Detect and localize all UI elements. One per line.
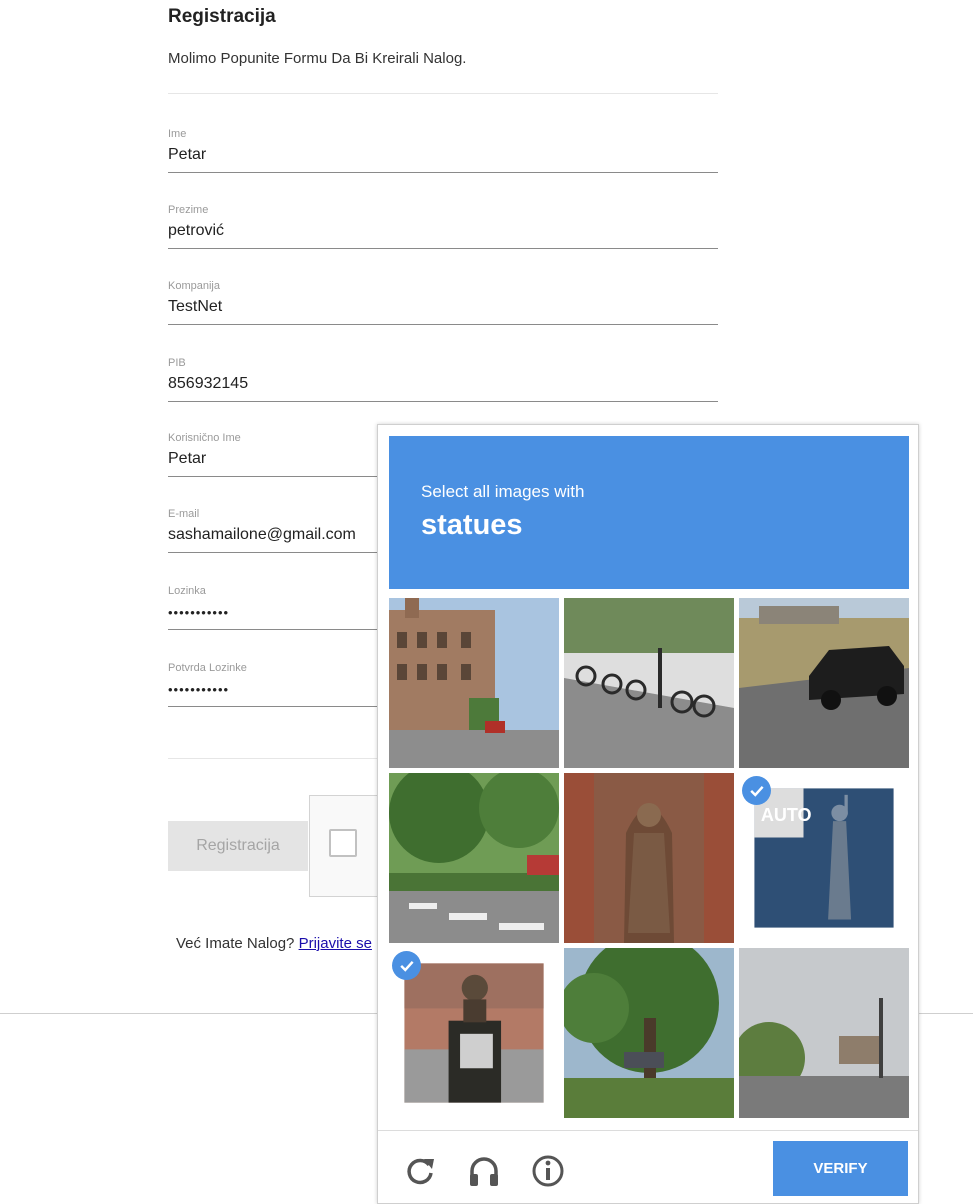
tile-selected-check-icon <box>742 776 771 805</box>
field-underline <box>168 324 718 325</box>
field-value[interactable]: TestNet <box>168 298 222 316</box>
captcha-tile-bust-statue[interactable] <box>389 948 559 1118</box>
login-link[interactable]: Prijavite se <box>299 935 372 952</box>
captcha-tile-tree-crosswalk[interactable] <box>389 773 559 943</box>
field-label: Korisnično Ime <box>168 432 241 444</box>
captcha-tile-road-sky[interactable] <box>739 948 909 1118</box>
recaptcha-checkbox[interactable] <box>329 829 357 857</box>
field-label: Lozinka <box>168 585 206 597</box>
field-label: Potvrda Lozinke <box>168 662 247 674</box>
form-subtitle: Molimo Popunite Formu Da Bi Kreirali Nal… <box>168 50 467 67</box>
audio-icon[interactable] <box>466 1153 502 1189</box>
field-value[interactable]: petrović <box>168 222 224 240</box>
field-value[interactable]: Petar <box>168 146 206 164</box>
captcha-tile-street-building[interactable] <box>389 598 559 768</box>
register-button[interactable]: Registracija <box>168 821 308 871</box>
field-value[interactable]: ••••••••••• <box>168 682 229 697</box>
captcha-target: statues <box>421 509 523 541</box>
captcha-tile-black-suv[interactable] <box>739 598 909 768</box>
page-title: Registracija <box>168 6 276 27</box>
login-prompt-text: Već Imate Nalog? <box>176 935 295 952</box>
divider <box>168 93 718 94</box>
reload-icon[interactable] <box>402 1153 438 1189</box>
info-icon[interactable] <box>530 1153 566 1189</box>
svg-text:AUTO: AUTO <box>761 805 812 825</box>
field-label: Prezime <box>168 204 209 216</box>
field-label: Kompanija <box>168 280 220 292</box>
captcha-tile-bicycles-sidewalk[interactable] <box>564 598 734 768</box>
field-label: E-mail <box>168 508 200 520</box>
field-label: Ime <box>168 128 187 140</box>
first-name-field[interactable]: Ime Petar <box>168 128 718 188</box>
field-value[interactable]: sashamailone@gmail.com <box>168 526 356 544</box>
captcha-instruction: Select all images with <box>421 482 585 501</box>
field-label: PIB <box>168 357 186 369</box>
captcha-tile-statue-billboard[interactable]: AUTO <box>739 773 909 943</box>
login-prompt: Već Imate Nalog? Prijavite se <box>176 935 372 952</box>
captcha-header: Select all images with statues <box>389 436 909 589</box>
field-value[interactable]: Petar <box>168 450 206 468</box>
field-value[interactable]: 856932145 <box>168 375 248 393</box>
captcha-tile-statue-brick-niche[interactable] <box>564 773 734 943</box>
field-value[interactable]: ••••••••••• <box>168 605 229 620</box>
company-field[interactable]: Kompanija TestNet <box>168 280 718 340</box>
captcha-footer-divider <box>378 1130 918 1131</box>
tile-selected-check-icon <box>392 951 421 980</box>
captcha-tile-large-tree[interactable] <box>564 948 734 1118</box>
captcha-challenge: Select all images with statues AUTO VERI… <box>377 424 919 1204</box>
field-underline <box>168 401 718 402</box>
last-name-field[interactable]: Prezime petrović <box>168 204 718 264</box>
verify-button[interactable]: VERIFY <box>773 1141 908 1196</box>
field-underline <box>168 172 718 173</box>
field-underline <box>168 248 718 249</box>
pib-field[interactable]: PIB 856932145 <box>168 357 718 417</box>
